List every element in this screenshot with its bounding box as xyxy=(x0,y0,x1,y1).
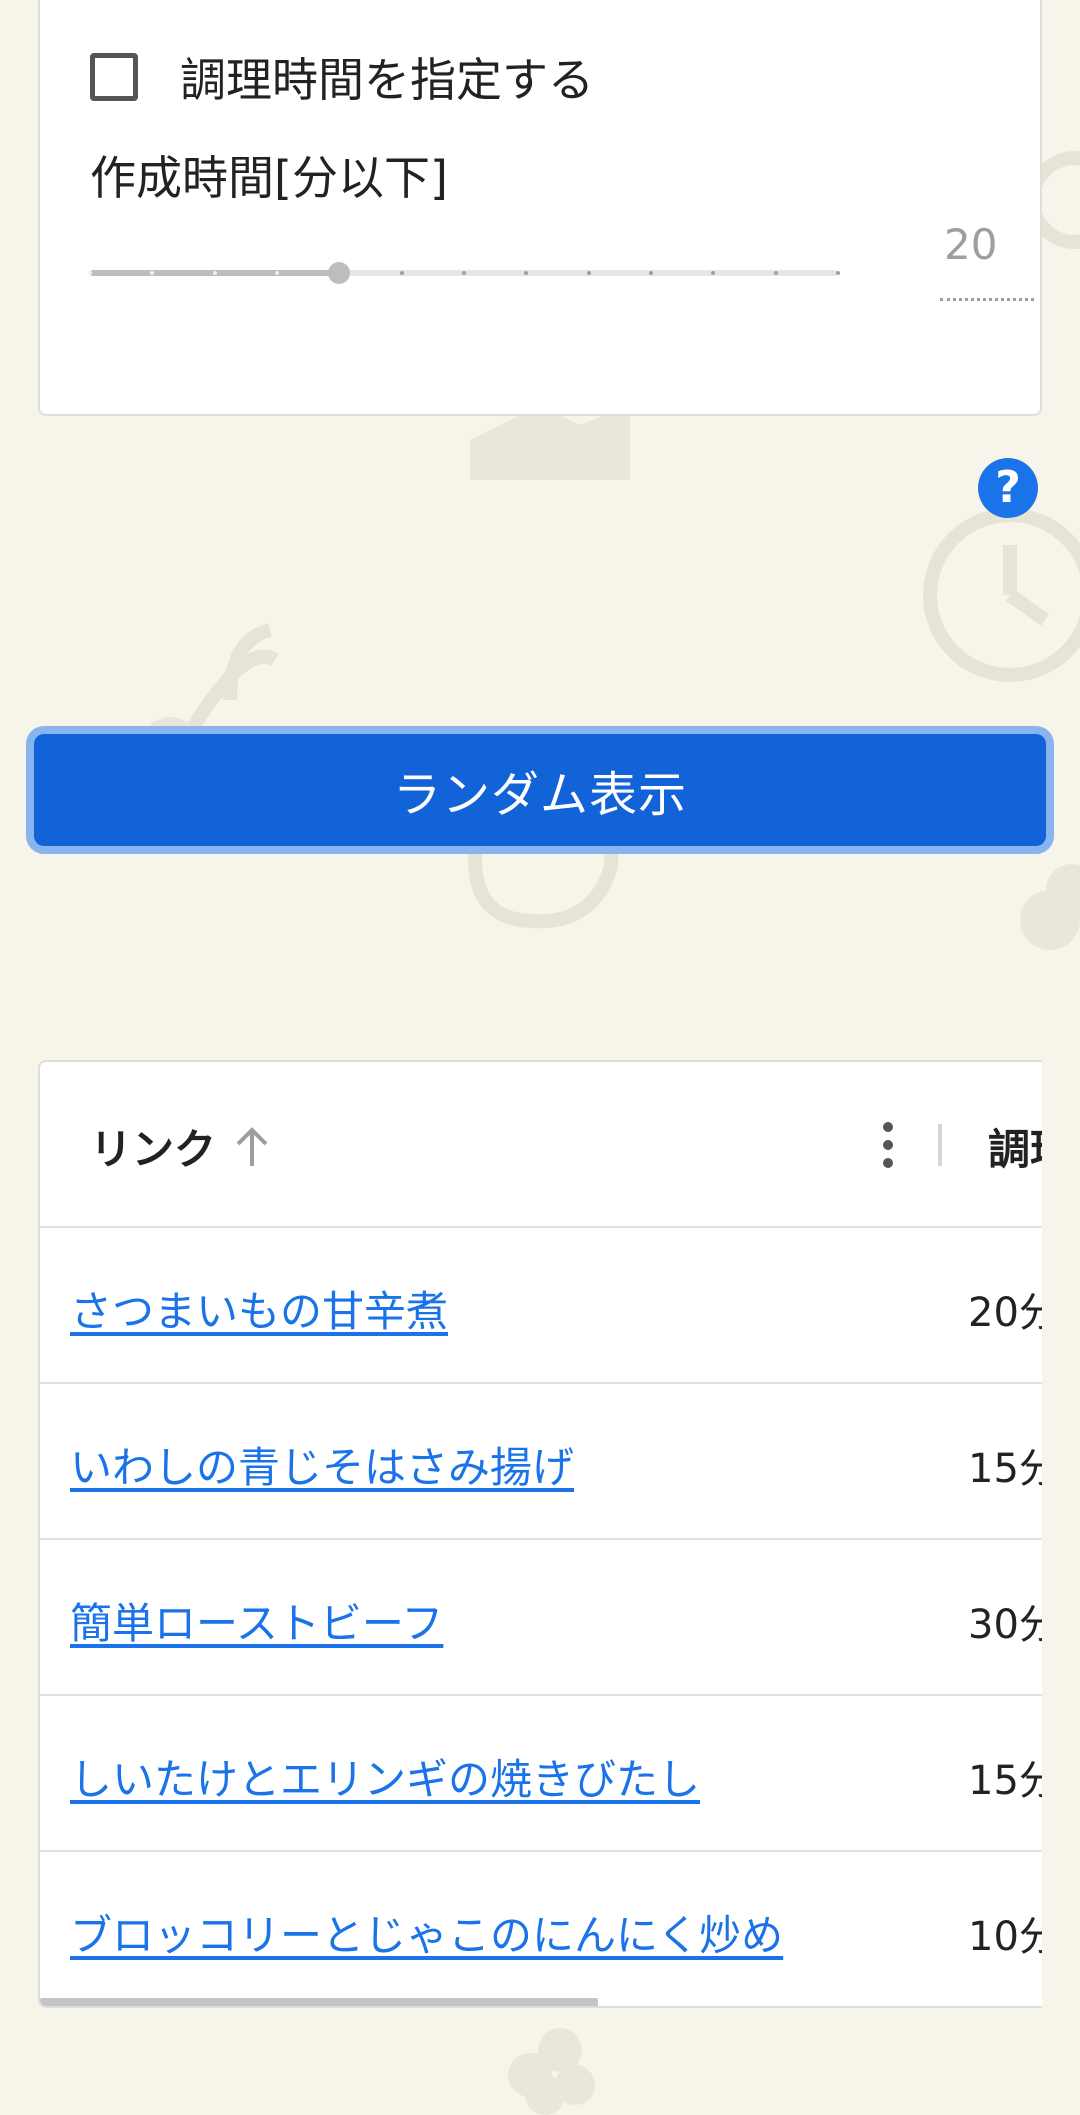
column-header-link[interactable]: リンク xyxy=(90,1116,216,1177)
random-display-button[interactable]: ランダム表示 xyxy=(26,726,1054,854)
slider-step-mark xyxy=(212,271,217,275)
cooking-time-cell: 10分 xyxy=(968,1914,1042,1960)
cooking-time-cell: 30分 xyxy=(968,1602,1042,1648)
cooking-time-cell: 15分 xyxy=(968,1446,1042,1492)
slider-step-mark xyxy=(88,271,92,275)
slider-title: 作成時間[分以下] xyxy=(90,151,448,205)
table-row: しいたけとエリンギの焼きびたし 15分 xyxy=(40,1696,1042,1852)
cooking-time-cell: 20分 xyxy=(968,1290,1042,1336)
slider-step-mark xyxy=(773,271,778,275)
slider-step-mark xyxy=(836,271,840,275)
slider-step-mark xyxy=(399,271,404,275)
horizontal-scrollbar[interactable] xyxy=(40,1998,598,2006)
filter-panel: 調理時間を指定する 作成時間[分以下] 20 xyxy=(38,0,1042,416)
column-separator[interactable] xyxy=(938,1124,942,1166)
slider-step-mark xyxy=(275,271,279,275)
recipe-link[interactable]: 簡単ローストビーフ xyxy=(70,1590,443,1651)
slider-step-mark xyxy=(586,271,591,275)
column-header-cooking-time[interactable]: 調理 xyxy=(988,1116,1042,1177)
table-row: さつまいもの甘辛煮 20分 xyxy=(40,1228,1042,1384)
cooking-time-checkbox[interactable] xyxy=(90,53,138,101)
table-row: 簡単ローストビーフ 30分 xyxy=(40,1540,1042,1696)
random-display-button-label: ランダム表示 xyxy=(34,734,1046,846)
cooking-time-slider[interactable] xyxy=(88,262,840,284)
question-icon[interactable]: ? xyxy=(978,458,1038,518)
recipe-link[interactable]: いわしの青じそはさみ揚げ xyxy=(70,1434,574,1495)
slider-step-mark xyxy=(462,271,466,275)
slider-value-field[interactable]: 20 xyxy=(940,218,1034,301)
recipe-link[interactable]: しいたけとエリンギの焼きびたし xyxy=(70,1746,700,1807)
cooking-time-checkbox-label: 調理時間を指定する xyxy=(180,53,594,107)
recipe-link[interactable]: さつまいもの甘辛煮 xyxy=(70,1278,448,1339)
table-header: リンク 調理 xyxy=(40,1062,1042,1228)
arrow-up-icon[interactable] xyxy=(230,1122,274,1172)
cooking-time-checkbox-row[interactable]: 調理時間を指定する xyxy=(90,50,594,107)
recipe-link[interactable]: ブロッコリーとじゃこのにんにく炒め xyxy=(70,1902,783,1963)
recipe-table: リンク 調理 さつまいもの甘辛煮 20分 いわしの青じそはさみ揚げ 15分 簡単… xyxy=(38,1060,1042,2008)
slider-thumb[interactable] xyxy=(328,262,351,284)
table-row: ブロッコリーとじゃこのにんにく炒め 10分 xyxy=(40,1852,1042,2006)
cooking-time-cell: 15分 xyxy=(968,1758,1042,1804)
slider-value: 20 xyxy=(944,220,998,269)
table-row: いわしの青じそはさみ揚げ 15分 xyxy=(40,1384,1042,1540)
vertical-dots-icon[interactable] xyxy=(878,1120,898,1170)
slider-step-mark xyxy=(649,271,653,275)
